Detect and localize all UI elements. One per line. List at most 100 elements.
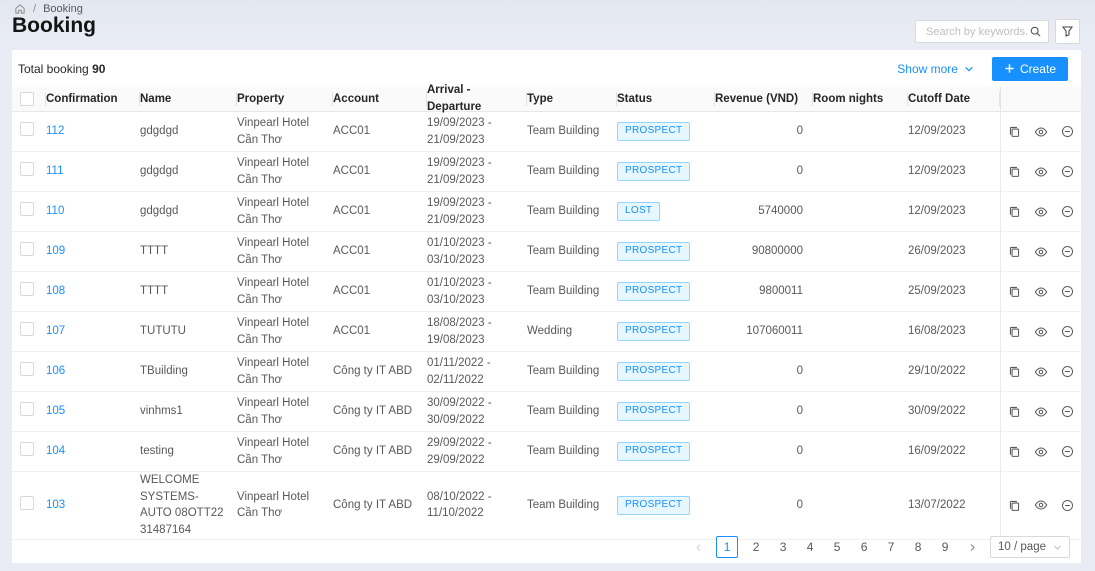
eye-icon[interactable] [1034, 445, 1048, 459]
name-cell: TBuilding [140, 363, 237, 380]
eye-icon[interactable] [1034, 325, 1048, 339]
eye-icon[interactable] [1034, 165, 1048, 179]
copy-icon[interactable] [1008, 499, 1021, 512]
account-cell: Công ty IT ABD [333, 403, 427, 420]
eye-icon[interactable] [1034, 125, 1048, 139]
search-box[interactable] [915, 20, 1049, 43]
confirmation-link[interactable]: 107 [46, 325, 65, 337]
copy-icon[interactable] [1008, 325, 1021, 338]
minus-circle-icon[interactable] [1061, 405, 1074, 418]
minus-circle-icon[interactable] [1061, 125, 1074, 138]
minus-circle-icon[interactable] [1061, 165, 1074, 178]
minus-circle-icon[interactable] [1061, 285, 1074, 298]
row-checkbox[interactable] [20, 122, 34, 136]
row-checkbox[interactable] [20, 362, 34, 376]
create-button[interactable]: Create [992, 57, 1068, 81]
pagination-page-6[interactable]: 6 [855, 536, 873, 558]
confirmation-link[interactable]: 104 [46, 445, 65, 457]
pagination-page-3[interactable]: 3 [774, 536, 792, 558]
row-checkbox[interactable] [20, 202, 34, 216]
page-size-select[interactable]: 10 / page [990, 536, 1070, 558]
col-header-actions [1000, 87, 1081, 111]
copy-icon[interactable] [1008, 125, 1021, 138]
card-toolbar: Total booking 90 Show more Create [12, 50, 1081, 87]
copy-icon[interactable] [1008, 405, 1021, 418]
minus-circle-icon[interactable] [1061, 445, 1074, 458]
eye-icon[interactable] [1034, 498, 1048, 512]
status-badge: LOST [617, 202, 660, 222]
copy-icon[interactable] [1008, 165, 1021, 178]
filter-icon [1061, 25, 1074, 38]
minus-circle-icon[interactable] [1061, 245, 1074, 258]
name-cell: WELCOME SYSTEMS-AUTO 08OTT22 31487164 [140, 472, 237, 539]
total-booking-label: Total booking [18, 62, 89, 76]
row-checkbox[interactable] [20, 322, 34, 336]
pagination-prev-button[interactable] [689, 536, 707, 558]
name-cell: vinhms1 [140, 403, 237, 420]
show-more-label: Show more [897, 62, 958, 76]
pagination-next-button[interactable] [963, 536, 981, 558]
eye-icon[interactable] [1034, 245, 1048, 259]
pagination-page-2[interactable]: 2 [747, 536, 765, 558]
pagination-page-9[interactable]: 9 [936, 536, 954, 558]
account-cell: Công ty IT ABD [333, 363, 427, 380]
copy-icon[interactable] [1008, 365, 1021, 378]
confirmation-link[interactable]: 108 [46, 285, 65, 297]
copy-icon[interactable] [1008, 285, 1021, 298]
row-checkbox[interactable] [20, 402, 34, 416]
select-all-checkbox[interactable] [20, 92, 34, 106]
confirmation-link[interactable]: 111 [46, 165, 63, 177]
status-badge: PROSPECT [617, 496, 690, 516]
show-more-toggle[interactable]: Show more [897, 62, 974, 76]
arrival-departure-cell: 19/09/2023 - 21/09/2023 [427, 195, 527, 228]
row-checkbox-cell [12, 402, 46, 422]
status-badge: PROSPECT [617, 242, 690, 262]
status-cell: LOST [617, 202, 715, 222]
name-cell: TUTUTU [140, 323, 237, 340]
row-checkbox[interactable] [20, 242, 34, 256]
pagination-page-8[interactable]: 8 [909, 536, 927, 558]
arrival-departure-cell: 01/11/2022 - 02/11/2022 [427, 355, 527, 388]
search-input[interactable] [924, 25, 1029, 39]
pagination-page-7[interactable]: 7 [882, 536, 900, 558]
property-cell: Vinpearl Hotel Cần Thơ [237, 235, 333, 268]
filter-button[interactable] [1055, 19, 1080, 44]
row-checkbox[interactable] [20, 282, 34, 296]
eye-icon[interactable] [1034, 365, 1048, 379]
property-cell: Vinpearl Hotel Cần Thơ [237, 489, 333, 522]
status-badge: PROSPECT [617, 322, 690, 342]
confirmation-link[interactable]: 103 [46, 499, 65, 511]
pagination-page-4[interactable]: 4 [801, 536, 819, 558]
row-checkbox-cell [12, 362, 46, 382]
property-cell: Vinpearl Hotel Cần Thơ [237, 115, 333, 148]
minus-circle-icon[interactable] [1061, 499, 1074, 512]
confirmation-cell: 109 [46, 243, 140, 260]
eye-icon[interactable] [1034, 205, 1048, 219]
eye-icon[interactable] [1034, 285, 1048, 299]
search-icon[interactable] [1029, 25, 1042, 38]
copy-icon[interactable] [1008, 245, 1021, 258]
copy-icon[interactable] [1008, 205, 1021, 218]
minus-circle-icon[interactable] [1061, 325, 1074, 338]
minus-circle-icon[interactable] [1061, 365, 1074, 378]
row-actions [1000, 472, 1081, 539]
col-header-account: Account [333, 87, 427, 111]
pagination-page-5[interactable]: 5 [828, 536, 846, 558]
confirmation-link[interactable]: 106 [46, 365, 65, 377]
property-cell: Vinpearl Hotel Cần Thơ [237, 155, 333, 188]
status-cell: PROSPECT [617, 402, 715, 422]
row-checkbox-cell [12, 282, 46, 302]
row-checkbox[interactable] [20, 496, 34, 510]
confirmation-link[interactable]: 105 [46, 405, 65, 417]
confirmation-link[interactable]: 110 [46, 205, 64, 217]
table-row: 105vinhms1Vinpearl Hotel Cần ThơCông ty … [12, 392, 1081, 432]
pagination-page-1[interactable]: 1 [716, 536, 738, 558]
eye-icon[interactable] [1034, 405, 1048, 419]
confirmation-link[interactable]: 109 [46, 245, 65, 257]
copy-icon[interactable] [1008, 445, 1021, 458]
row-checkbox[interactable] [20, 162, 34, 176]
confirmation-cell: 110 [46, 203, 140, 220]
minus-circle-icon[interactable] [1061, 205, 1074, 218]
confirmation-link[interactable]: 112 [46, 125, 64, 137]
row-checkbox[interactable] [20, 442, 34, 456]
